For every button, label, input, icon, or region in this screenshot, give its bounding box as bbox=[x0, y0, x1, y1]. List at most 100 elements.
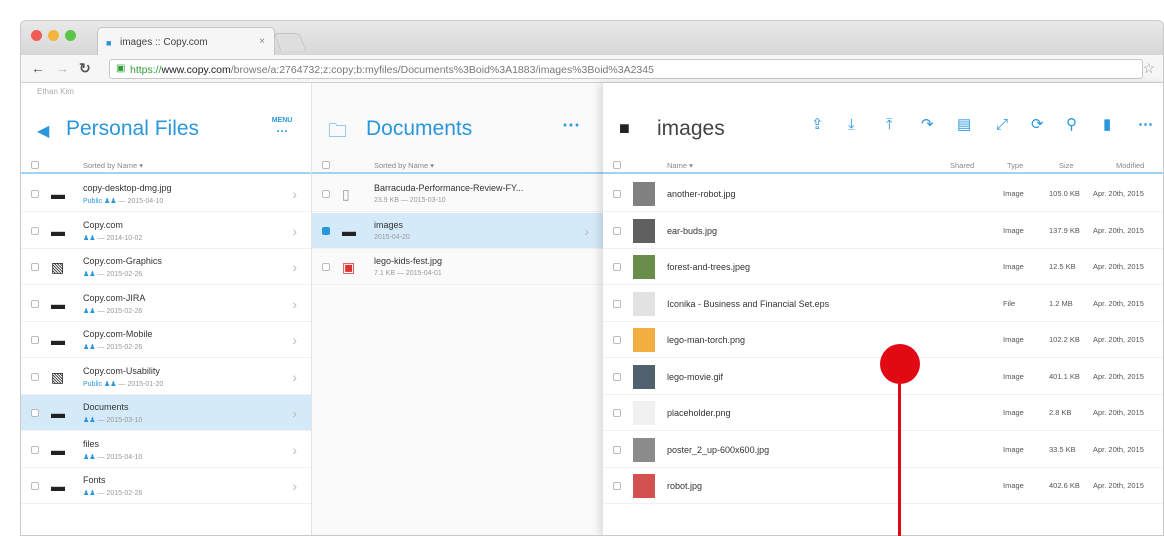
file-name: Copy.com-Mobile bbox=[83, 329, 153, 339]
close-window-button[interactable] bbox=[31, 30, 42, 41]
back-caret-icon[interactable]: ◀ bbox=[37, 121, 49, 141]
chevron-right-icon[interactable]: › bbox=[292, 405, 297, 421]
folder-outline-icon: 🗀 bbox=[328, 121, 348, 142]
row-checkbox[interactable] bbox=[31, 445, 39, 454]
file-row[interactable]: ear-buds.jpg Image 137.9 KB Apr. 20th, 2015 bbox=[603, 213, 1163, 249]
file-row[interactable]: ▬ Copy.com-JIRA ♟♟ — 2015-02-26 › bbox=[21, 286, 311, 322]
file-row[interactable]: placeholder.png Image 2.8 KB Apr. 20th, 201… bbox=[603, 395, 1163, 431]
url-bar[interactable]: ▣ https://www.copy.com/browse/a:2764732;z… bbox=[109, 59, 1143, 79]
file-row[interactable]: ▬ Copy.com-Mobile ♟♟ — 2015-02-26 › bbox=[21, 322, 311, 358]
row-checkbox[interactable] bbox=[613, 372, 621, 381]
expand-icon[interactable]: ⤢ bbox=[996, 117, 1008, 133]
row-checkbox[interactable] bbox=[31, 336, 39, 344]
row-checkbox[interactable] bbox=[613, 226, 621, 235]
row-checkbox[interactable] bbox=[31, 409, 39, 417]
file-row[interactable]: ▯ Barracuda-Performance-Review-FY... 23.9 … bbox=[312, 176, 603, 212]
chevron-right-icon[interactable]: › bbox=[292, 442, 297, 458]
type-column[interactable]: Type bbox=[1007, 161, 1023, 170]
row-checkbox[interactable] bbox=[31, 190, 39, 198]
image-thumbnail-icon bbox=[633, 291, 655, 316]
row-checkbox[interactable] bbox=[613, 409, 621, 417]
select-all-checkbox[interactable] bbox=[322, 161, 330, 169]
copy-app: Ethan Kim ◀ Personal Files MENU … Sorted… bbox=[21, 83, 1163, 535]
row-checkbox[interactable] bbox=[613, 190, 621, 198]
modified-column[interactable]: Modified bbox=[1116, 161, 1144, 170]
file-row[interactable]: ▬ files ♟♟ — 2015-04-10 › bbox=[21, 432, 311, 468]
file-row[interactable]: forest-and-trees.jpeg Image 12.5 KB Apr. 20… bbox=[603, 249, 1163, 285]
file-meta: Public ♟♟ — 2015-04-10 bbox=[83, 198, 164, 205]
row-checkbox[interactable] bbox=[31, 372, 39, 381]
shared-column[interactable]: Shared bbox=[950, 161, 974, 170]
row-checkbox[interactable] bbox=[613, 445, 621, 454]
tab-close-icon[interactable]: × bbox=[259, 36, 265, 47]
row-checkbox[interactable] bbox=[31, 226, 39, 235]
file-meta: Public ♟♟ — 2015-01-20 bbox=[83, 380, 164, 388]
search-icon[interactable]: ⚲ bbox=[1066, 117, 1077, 133]
file-row[interactable]: poster_2_up-600x600.jpg Image 33.5 KB Apr. … bbox=[603, 432, 1163, 468]
file-row[interactable]: ▬ Copy.com ♟♟ — 2014-10-02 › bbox=[21, 213, 311, 249]
chevron-right-icon[interactable]: › bbox=[292, 259, 297, 275]
select-all-checkbox[interactable] bbox=[613, 161, 621, 169]
file-row[interactable]: ▬ images 2015-04-20 › bbox=[312, 212, 603, 249]
move-icon[interactable]: ↷ bbox=[921, 117, 934, 133]
chevron-right-icon[interactable]: › bbox=[292, 332, 297, 348]
url-host: www.copy.com bbox=[161, 64, 231, 76]
forward-arrow-icon[interactable]: → bbox=[55, 60, 69, 76]
file-row[interactable]: ▧ Copy.com-Graphics ♟♟ — 2015-02-26 › bbox=[21, 249, 311, 285]
menu-button[interactable]: MENU … bbox=[266, 117, 298, 134]
chevron-right-icon[interactable]: › bbox=[292, 186, 297, 202]
row-checkbox[interactable] bbox=[613, 263, 621, 271]
file-row[interactable]: robot.jpg Image 402.6 KB Apr. 20th, 2015 bbox=[603, 468, 1163, 504]
personal-files-pane: ◀ Personal Files MENU … Sorted by Name ▾… bbox=[21, 83, 312, 535]
file-row[interactable]: ▬ Documents ♟♟ — 2015-03-10 › bbox=[21, 395, 311, 431]
sort-label[interactable]: Sorted by Name ▾ bbox=[374, 161, 434, 170]
zoom-window-button[interactable] bbox=[65, 30, 76, 41]
row-checkbox[interactable] bbox=[322, 263, 330, 271]
file-row[interactable]: Iconika - Business and Financial Set.eps… bbox=[603, 286, 1163, 322]
chevron-right-icon[interactable]: › bbox=[584, 223, 589, 239]
chevron-right-icon[interactable]: › bbox=[292, 223, 297, 239]
reload-icon[interactable]: ↻ bbox=[79, 60, 91, 76]
back-arrow-icon[interactable]: ← bbox=[31, 60, 45, 76]
pane-header: ■ images bbox=[603, 105, 1163, 151]
row-checkbox[interactable] bbox=[322, 190, 330, 198]
sync-icon[interactable]: ⟳ bbox=[1031, 117, 1044, 133]
file-name: Barracuda-Performance-Review-FY... bbox=[374, 183, 524, 193]
touch-pointer bbox=[880, 344, 920, 384]
file-row[interactable]: ▣ lego-kids-fest.jpg 7.1 KB — 2015-04-01 bbox=[312, 249, 603, 285]
new-tab-button[interactable] bbox=[273, 33, 307, 51]
share-icon[interactable]: ⇪ bbox=[811, 117, 824, 133]
new-folder-icon[interactable]: ▤ bbox=[957, 117, 971, 133]
more-options-icon[interactable]: ⋯ bbox=[562, 115, 580, 136]
file-row[interactable]: ▧ Copy.com-Usability Public ♟♟ — 2015-01-2… bbox=[21, 359, 311, 395]
more-icon[interactable]: ⋯ bbox=[1138, 117, 1153, 133]
minimize-window-button[interactable] bbox=[48, 30, 59, 41]
download-icon[interactable]: ⤓ bbox=[848, 117, 855, 133]
chevron-right-icon[interactable]: › bbox=[292, 369, 297, 385]
row-checkbox[interactable] bbox=[322, 226, 330, 235]
select-all-checkbox[interactable] bbox=[31, 161, 39, 169]
file-type: Image bbox=[1003, 189, 1024, 198]
upload-icon[interactable]: ⤒ bbox=[886, 117, 893, 133]
row-checkbox[interactable] bbox=[31, 482, 39, 490]
row-checkbox[interactable] bbox=[31, 299, 39, 308]
pane-title: Personal Files bbox=[66, 117, 200, 140]
chevron-right-icon[interactable]: › bbox=[292, 296, 297, 312]
row-checkbox[interactable] bbox=[613, 482, 621, 490]
row-checkbox[interactable] bbox=[31, 263, 39, 271]
bookmark-star-icon[interactable]: ☆ bbox=[1142, 60, 1155, 77]
folder-icon: ▬ bbox=[342, 222, 356, 239]
sort-label[interactable]: Sorted by Name ▾ bbox=[83, 161, 143, 170]
shared-people-icon: ♟♟ bbox=[83, 307, 96, 315]
row-checkbox[interactable] bbox=[613, 336, 621, 344]
file-row[interactable]: ▬ Fonts ♟♟ — 2015-02-26 › bbox=[21, 468, 311, 504]
file-row[interactable]: another-robot.jpg Image 105.0 KB Apr. 20th,… bbox=[603, 176, 1163, 212]
browser-tab[interactable]: ■ images :: Copy.com × bbox=[97, 27, 275, 55]
size-column[interactable]: Size bbox=[1059, 161, 1074, 170]
name-column[interactable]: Name ▾ bbox=[667, 161, 693, 170]
file-name: Copy.com-Graphics bbox=[83, 256, 162, 266]
chevron-right-icon[interactable]: › bbox=[292, 478, 297, 494]
trash-icon[interactable]: ▮ bbox=[1103, 117, 1111, 133]
file-row[interactable]: ▬ copy-desktop-dmg.jpg Public ♟♟ — 2015-04… bbox=[21, 176, 311, 212]
row-checkbox[interactable] bbox=[613, 299, 621, 308]
